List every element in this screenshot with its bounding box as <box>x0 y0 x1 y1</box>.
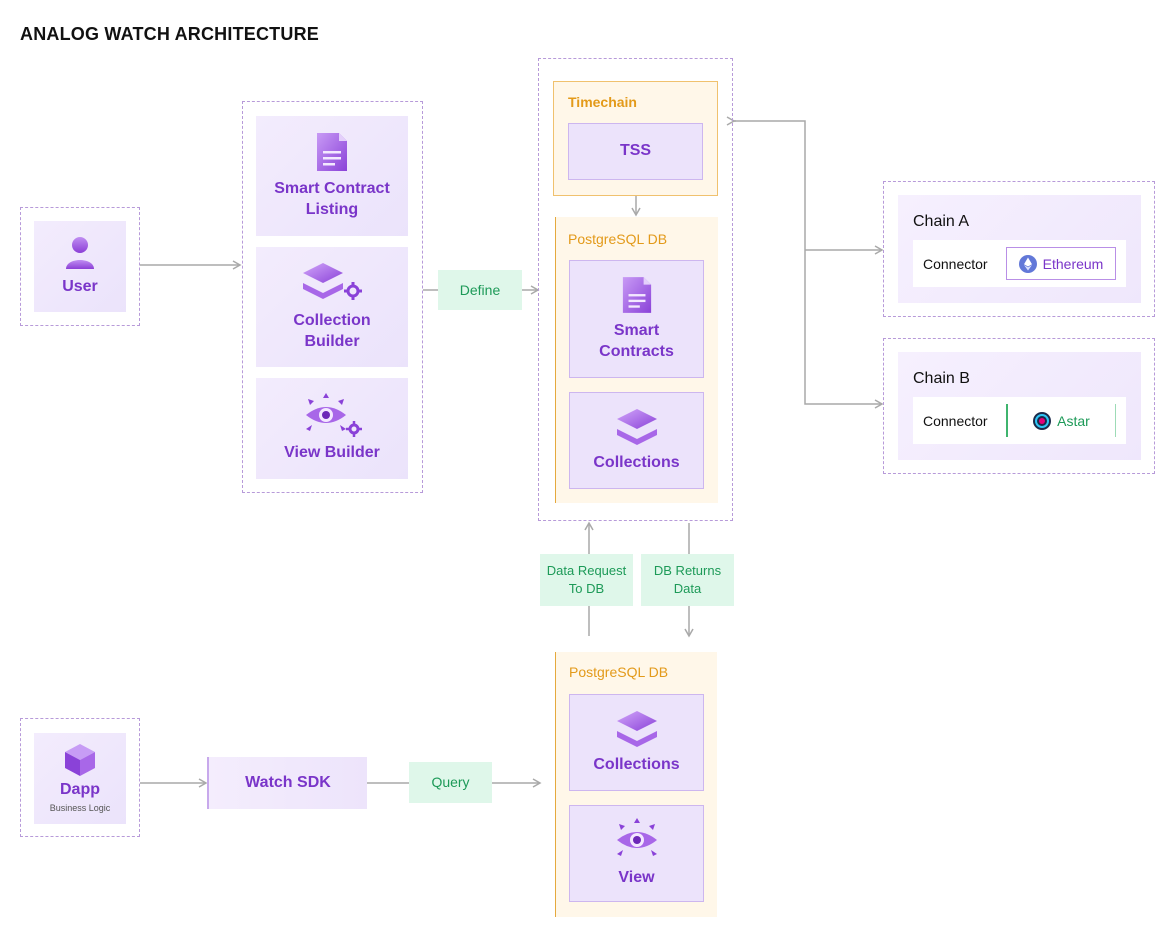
smart-contract-listing-line2: Listing <box>305 201 359 218</box>
chain-b-connector-label: Connector <box>923 412 988 429</box>
view-builder-card[interactable]: View Builder <box>256 378 408 479</box>
chain-b-title: Chain B <box>913 370 970 387</box>
view-card[interactable]: View <box>569 805 704 902</box>
smart-contracts-card[interactable]: Smart Contracts <box>569 260 704 378</box>
user-label: User <box>62 278 98 296</box>
smart-contract-listing-line1: Smart Contract <box>274 180 390 198</box>
db-returns-tag: DB Returns Data <box>641 554 734 606</box>
view-builder-label: View Builder <box>284 444 380 462</box>
collections-top-label: Collections <box>593 454 680 472</box>
layers-gear-icon <box>303 263 362 301</box>
watch-sdk-box[interactable]: Watch SDK <box>207 757 367 809</box>
user-card[interactable]: User <box>34 221 126 312</box>
collection-builder-line1: Collection <box>293 312 371 330</box>
watch-sdk-label: Watch SDK <box>245 774 331 791</box>
db-returns-line2: Data <box>673 581 702 596</box>
smart-contracts-line1: Smart <box>613 322 660 340</box>
collections-bottom-label: Collections <box>593 756 680 774</box>
timechain-label: Timechain <box>568 94 637 110</box>
dapp-sublabel: Business Logic <box>49 803 111 814</box>
eye-icon <box>616 818 657 857</box>
query-tag: Query <box>409 762 492 803</box>
view-label: View <box>618 869 655 887</box>
cube-icon <box>65 744 95 777</box>
eye-gear-icon <box>306 393 362 438</box>
diagram-title: ANALOG WATCH ARCHITECTURE <box>20 24 319 44</box>
astar-label: Astar <box>1057 412 1090 429</box>
tss-label: TSS <box>619 142 652 160</box>
smart-contracts-line2: Contracts <box>599 343 674 360</box>
chain-a-title: Chain A <box>913 213 970 230</box>
ethereum-pill[interactable]: Ethereum <box>1006 247 1116 280</box>
ethereum-label: Ethereum <box>1042 255 1104 272</box>
collection-builder-card[interactable]: Collection Builder <box>256 247 408 367</box>
db-returns-line1: DB Returns <box>653 563 722 579</box>
user-icon <box>66 237 94 270</box>
document-icon <box>317 133 347 172</box>
astar-pill[interactable]: Astar <box>1006 404 1116 437</box>
dapp-card[interactable]: Dapp Business Logic <box>34 733 126 824</box>
astar-icon <box>1033 411 1052 430</box>
chain-a-connector-label: Connector <box>923 255 988 272</box>
document-icon <box>622 277 651 314</box>
dapp-label: Dapp <box>60 781 100 799</box>
postgres-top-label: PostgreSQL DB <box>568 231 668 247</box>
arrow-to-chain-b <box>734 120 884 409</box>
postgres-bottom-label: PostgreSQL DB <box>569 664 669 680</box>
smart-contract-listing-card[interactable]: Smart Contract Listing <box>256 116 408 236</box>
layers-icon <box>616 409 657 446</box>
data-request-tag: Data Request To DB <box>540 554 633 606</box>
define-tag: Define <box>438 270 522 310</box>
data-request-line1: Data Request <box>546 563 627 579</box>
data-request-line2: To DB <box>568 581 605 596</box>
tss-card[interactable]: TSS <box>568 123 703 180</box>
collections-top-card[interactable]: Collections <box>569 392 704 489</box>
collection-builder-line2: Builder <box>304 333 360 350</box>
ethereum-icon <box>1018 254 1037 273</box>
collections-bottom-card[interactable]: Collections <box>569 694 704 791</box>
layers-icon <box>616 711 657 748</box>
